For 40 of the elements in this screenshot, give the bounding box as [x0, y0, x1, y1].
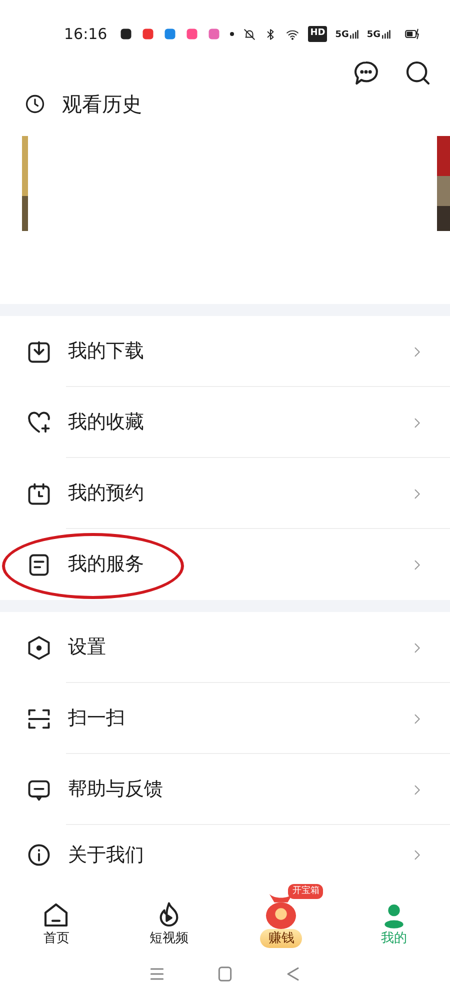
menu-item[interactable]: 帮助与反馈	[0, 754, 450, 825]
menu-label: 扫一扫	[68, 706, 125, 732]
search-icon[interactable]	[404, 59, 432, 87]
menu-item[interactable]: 我的预约	[0, 458, 450, 529]
menu-label: 关于我们	[68, 842, 144, 868]
network-label: 5G	[366, 31, 381, 40]
network-label: 5G	[335, 31, 349, 40]
menu-label: 我的收藏	[68, 410, 144, 436]
tab-button[interactable]: 首页	[11, 900, 102, 949]
menu-item[interactable]: 我的下载	[0, 316, 450, 387]
menu-label: 我的预约	[68, 481, 144, 506]
signal-icon	[380, 28, 391, 40]
menu-item[interactable]: 我的收藏	[0, 387, 450, 458]
app-icon	[163, 27, 178, 41]
menu-item[interactable]: 设置	[0, 612, 450, 683]
info-icon	[26, 842, 52, 868]
signal-icon	[348, 28, 359, 40]
section-title: 观看历史	[62, 91, 142, 118]
menu-item[interactable]: 扫一扫	[0, 683, 450, 754]
status-time: 16:16	[64, 24, 108, 45]
home-icon	[42, 900, 70, 928]
app-icon	[207, 27, 222, 41]
app-icon	[119, 27, 134, 41]
clock-icon	[24, 93, 46, 115]
download-icon	[26, 338, 52, 364]
menu-label: 我的下载	[68, 339, 144, 364]
menu-item[interactable]: 关于我们	[0, 825, 450, 885]
calendar-icon	[26, 480, 52, 506]
menu-label: 帮助与反馈	[68, 777, 163, 802]
settings-icon	[26, 634, 52, 660]
tab-button[interactable]: 短视频	[124, 900, 214, 949]
wifi-icon	[285, 28, 300, 40]
menu-label: 我的服务	[68, 552, 144, 578]
dot-icon	[229, 31, 236, 37]
heart-plus-icon	[26, 410, 52, 436]
hd-indicator: HD	[308, 26, 328, 42]
mute-bell-icon	[243, 28, 256, 40]
badge-label: 开宝箱	[288, 884, 324, 899]
message-icon[interactable]	[352, 59, 380, 87]
menu-label: 设置	[68, 635, 106, 660]
